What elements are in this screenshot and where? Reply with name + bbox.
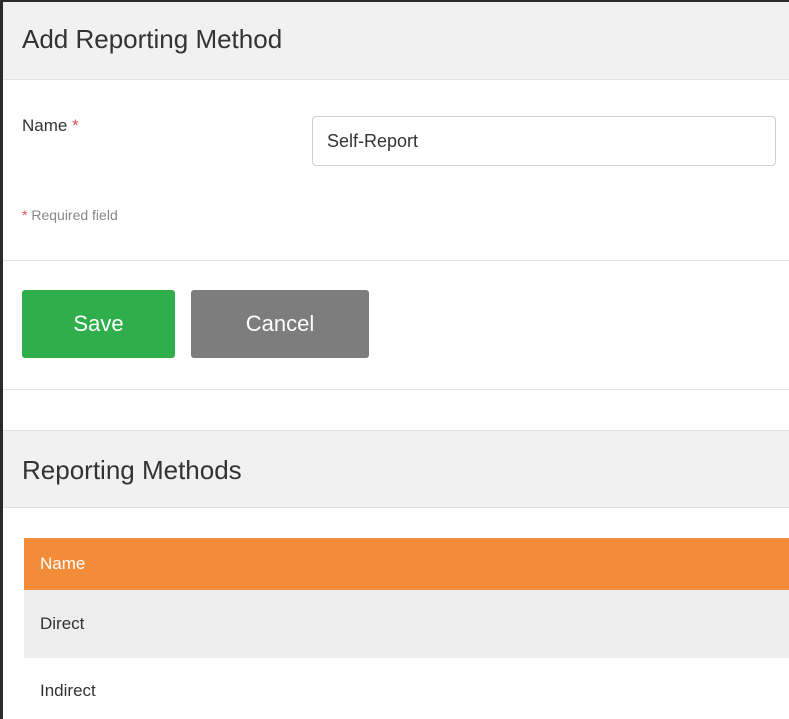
required-field-note: * Required field [22,207,118,223]
required-note-text: Required field [31,207,118,223]
list-panel-title: Reporting Methods [22,455,242,485]
save-button[interactable]: Save [22,290,175,358]
reporting-methods-table: Name Direct Indirect [24,538,789,719]
name-label-text: Name [22,116,68,135]
table-row[interactable]: Direct [24,590,789,658]
name-field-label: Name * [22,116,79,136]
name-input[interactable] [312,116,776,166]
list-panel-header: Reporting Methods [3,430,789,508]
column-header-name[interactable]: Name [24,538,789,590]
form-divider [3,260,789,261]
required-star: * [72,116,79,135]
cancel-button[interactable]: Cancel [191,290,369,358]
required-note-star: * [22,207,28,223]
table-row[interactable]: Indirect [24,658,789,719]
add-panel-header: Add Reporting Method [3,2,789,80]
add-panel-title: Add Reporting Method [22,24,283,54]
window: Add Reporting Method Name * * Required f… [0,0,789,719]
actions-divider [3,389,789,390]
